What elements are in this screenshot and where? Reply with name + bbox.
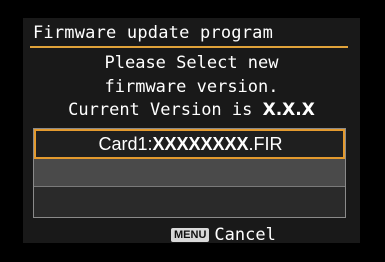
title-divider <box>30 46 348 48</box>
menu-key-icon: MENU <box>171 228 210 242</box>
cancel-button[interactable]: MENU Cancel <box>171 225 276 245</box>
message-line-2: firmware version. <box>104 77 279 97</box>
version-prefix: Current Version is <box>68 100 263 120</box>
version-value: X.X.X <box>262 100 315 120</box>
dialog-title: Firmware update program <box>33 23 274 43</box>
file-label: Card1:XXXXXXXX.FIR <box>36 134 345 155</box>
cancel-label: Cancel <box>214 225 276 245</box>
current-version-line: Current Version is X.X.X <box>25 100 358 120</box>
file-list-item-empty[interactable] <box>34 187 345 217</box>
firmware-file-list: Card1:XXXXXXXX.FIR <box>33 128 346 218</box>
message-line-1: Please Select new <box>104 53 279 73</box>
camera-screen: Firmware update program Please Select ne… <box>0 0 385 262</box>
file-list-item-empty[interactable] <box>34 159 345 187</box>
file-extension: .FIR <box>248 134 283 154</box>
file-card-prefix: Card1: <box>98 134 153 154</box>
file-list-item-selected[interactable]: Card1:XXXXXXXX.FIR <box>34 129 345 159</box>
file-name: XXXXXXXX <box>152 134 249 154</box>
